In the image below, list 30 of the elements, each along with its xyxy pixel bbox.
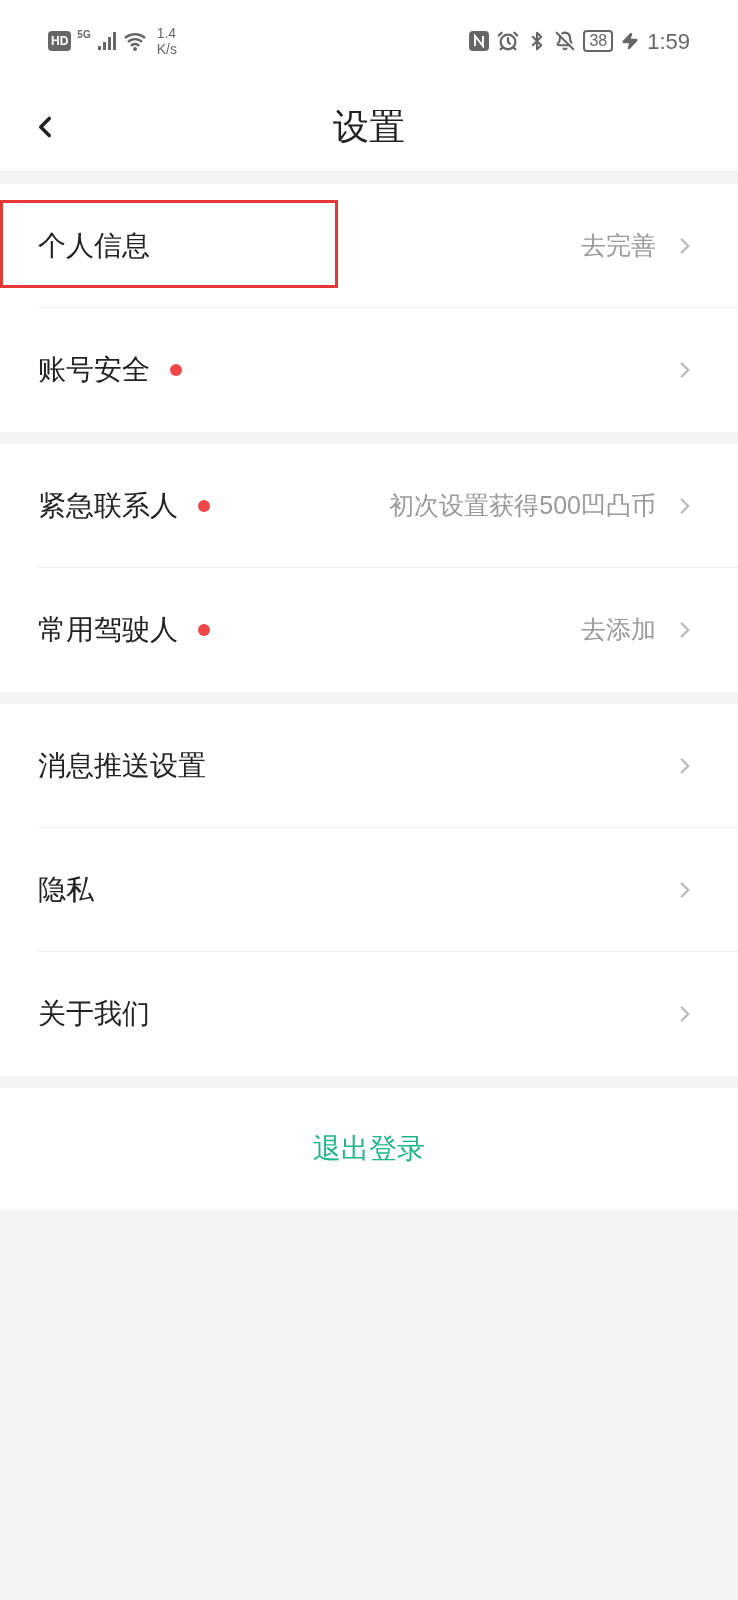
page-title: 设置	[333, 104, 405, 149]
settings-row[interactable]: 隐私	[38, 828, 738, 952]
row-label: 个人信息	[38, 228, 150, 263]
settings-row[interactable]: 消息推送设置	[38, 704, 738, 828]
speed-value: 1.4	[156, 25, 177, 41]
wifi-icon	[122, 31, 147, 51]
settings-row[interactable]: 常用驾驶人 去添加	[38, 568, 738, 692]
alarm-icon	[497, 30, 520, 52]
speed-unit: K/s	[156, 41, 177, 57]
row-value: 去完善	[581, 229, 656, 261]
row-value: 去添加	[581, 614, 656, 646]
row-label: 关于我们	[38, 997, 150, 1031]
settings-row[interactable]: 账号安全	[38, 308, 738, 432]
nfc-icon	[469, 31, 490, 51]
settings-row[interactable]: 关于我们	[38, 952, 738, 1076]
row-label: 隐私	[38, 872, 94, 907]
charging-icon	[621, 32, 640, 50]
battery-icon: 38	[583, 30, 614, 52]
row-label: 消息推送设置	[38, 748, 206, 783]
network-type: 5G	[77, 28, 91, 42]
bell-off-icon	[555, 31, 576, 51]
row-value: 初次设置获得500凹凸币	[389, 489, 656, 521]
settings-row[interactable]: 紧急联系人 初次设置获得500凹凸币	[38, 444, 738, 568]
row-label: 常用驾驶人	[38, 613, 178, 647]
signal-icon	[96, 31, 117, 51]
row-label: 紧急联系人	[38, 488, 178, 523]
row-label: 账号安全	[38, 353, 150, 387]
hd-icon: HD	[48, 31, 72, 51]
settings-row[interactable]: 个人信息 去完善	[38, 184, 738, 308]
clock-time: 1:59	[647, 27, 690, 56]
